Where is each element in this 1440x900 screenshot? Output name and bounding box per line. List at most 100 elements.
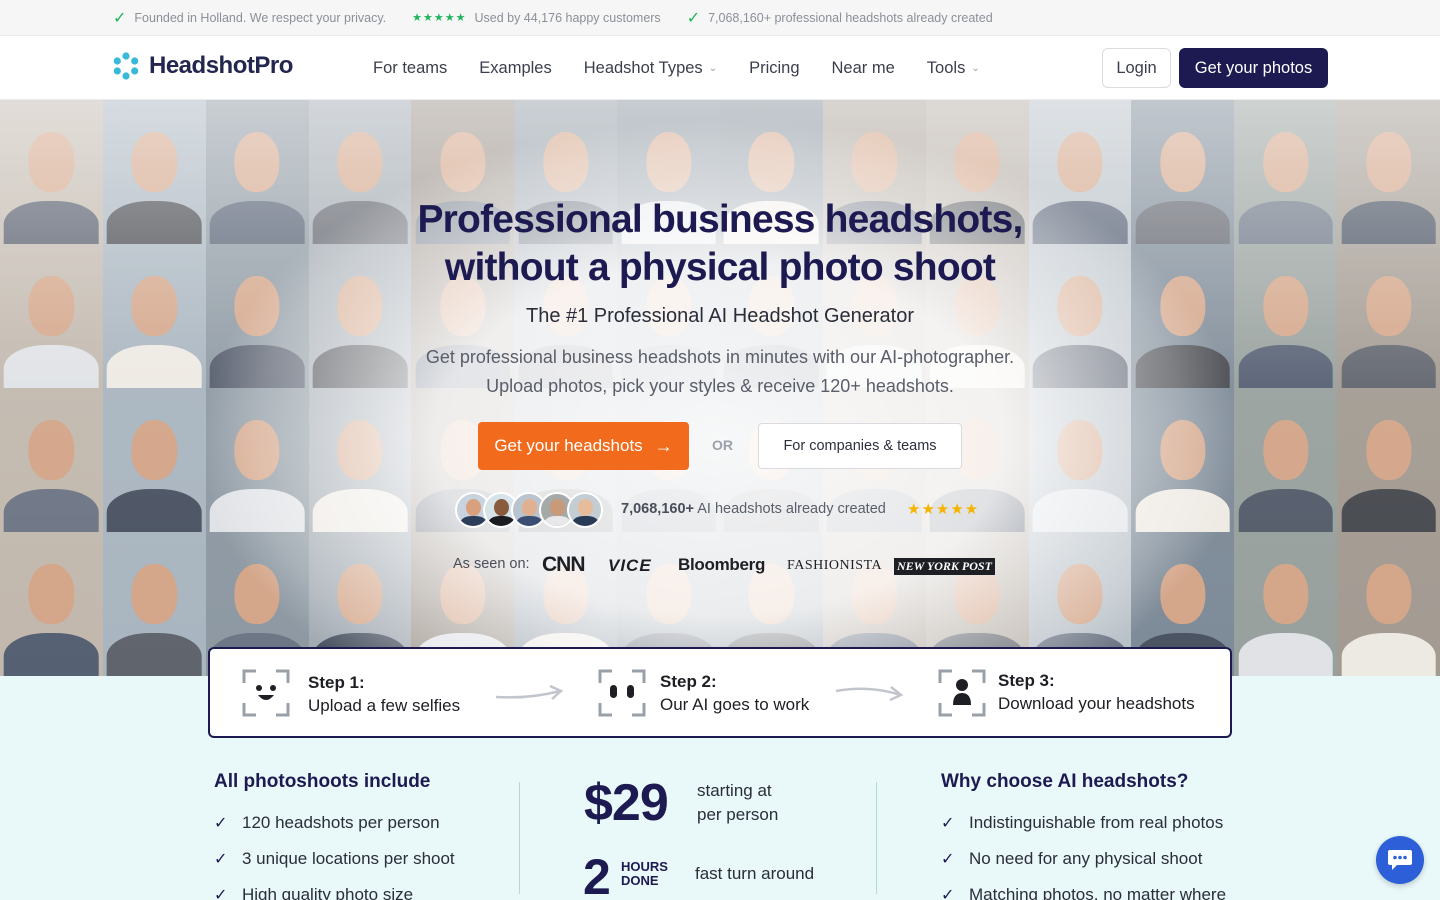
selfie-face-icon: [242, 669, 290, 717]
check-icon: ✓: [941, 815, 955, 832]
hero-section: Professional business headshots, without…: [0, 100, 1440, 676]
ai-eyes-icon: [598, 669, 646, 717]
arrow-right-icon: [495, 684, 564, 700]
chevron-down-icon: ⌄: [708, 62, 718, 74]
social-proof-text: 7,068,160+ AI headshots already created: [621, 501, 886, 517]
new-york-post-logo: NEW YORK POST: [894, 558, 995, 575]
for-companies-teams-button[interactable]: For companies & teams: [758, 423, 962, 469]
list-item-label: High quality photo size: [242, 885, 414, 900]
chat-bubble-icon: [1388, 850, 1412, 870]
nav-item-pricing[interactable]: Pricing: [749, 59, 799, 78]
trust-bar: ✓ Founded in Holland. We respect your pr…: [0, 0, 1440, 36]
logo-text: HeadshotPro: [149, 52, 293, 79]
list-item-label: Indistinguishable from real photos: [969, 813, 1224, 832]
site-header: HeadshotPro For teams Examples Headshot …: [0, 36, 1440, 100]
list-item: ✓ High quality photo size: [214, 885, 413, 900]
list-item-label: Matching photos, no matter where: [969, 885, 1227, 900]
nav-item-for-teams[interactable]: For teams: [373, 59, 447, 78]
hero-lead-line: Upload photos, pick your styles & receiv…: [486, 376, 954, 396]
as-seen-on-label: As seen on:: [453, 556, 530, 572]
hero-subtitle: The #1 Professional AI Headshot Generato…: [525, 305, 914, 327]
trust-item-label: 7,068,160+ professional headshots alread…: [708, 10, 993, 25]
or-divider: OR: [712, 437, 733, 453]
nav-item-tools[interactable]: Tools ⌄: [927, 59, 980, 78]
vice-logo: VICE: [608, 556, 652, 575]
check-icon: ✓: [113, 9, 127, 27]
trust-item-headshots: ✓ 7,068,160+ professional headshots alre…: [687, 8, 993, 28]
why-heading: Why choose AI headshots?: [941, 771, 1189, 792]
chevron-down-icon: ⌄: [971, 62, 980, 74]
hero-lead-line: Get professional business headshots in m…: [425, 347, 1015, 367]
hours-label-line: HOURS: [621, 859, 668, 874]
fashionista-logo: FASHIONISTA: [787, 558, 883, 573]
hero-lead: Get professional business headshots in m…: [370, 343, 1070, 401]
rating-stars-icon: ★★★★★: [907, 501, 980, 518]
trust-item-label: Founded in Holland. We respect your priv…: [134, 10, 387, 25]
price-note: starting at per person: [697, 779, 817, 827]
bloomberg-logo: Bloomberg: [678, 555, 766, 574]
step-3-title: Step 3:: [998, 671, 1055, 690]
hours-number: 2: [583, 849, 611, 900]
check-icon: ✓: [941, 887, 955, 900]
stars-icon: ★★★★★: [412, 12, 467, 24]
check-icon: ✓: [214, 887, 228, 900]
hours-label-line: DONE: [621, 873, 659, 888]
hours-label: HOURS DONE: [621, 860, 681, 888]
list-item: ✓ 120 headshots per person: [214, 813, 440, 833]
get-your-photos-button[interactable]: Get your photos: [1179, 48, 1328, 88]
list-item-label: 120 headshots per person: [242, 813, 440, 832]
check-icon: ✓: [686, 9, 701, 27]
arrow-right-icon: →: [654, 435, 673, 456]
nav-item-headshot-types[interactable]: Headshot Types ⌄: [584, 59, 717, 78]
step-3-description: Download your headshots: [998, 694, 1195, 713]
nav-label: Pricing: [749, 58, 800, 77]
nav-item-near-me[interactable]: Near me: [832, 59, 895, 78]
hero-title: Professional business headshots, without…: [320, 196, 1120, 292]
check-icon: ✓: [214, 851, 228, 868]
step-1-title: Step 1:: [308, 673, 365, 692]
nav-label: For teams: [373, 58, 448, 77]
check-icon: ✓: [941, 851, 955, 868]
hero-title-line: Professional business headshots,: [417, 198, 1023, 241]
chat-widget-button[interactable]: [1376, 836, 1424, 884]
column-divider: [519, 782, 520, 894]
person-silhouette-icon: [938, 669, 986, 717]
list-item: ✓ No need for any physical shoot: [941, 849, 1202, 869]
hero-content: Professional business headshots, without…: [0, 100, 1440, 676]
main-nav: For teams Examples Headshot Types ⌄ Prici…: [373, 36, 1012, 100]
step-2-description: Our AI goes to work: [660, 695, 810, 714]
arrow-right-icon: [835, 686, 904, 702]
list-item: ✓ 3 unique locations per shoot: [214, 849, 455, 869]
column-divider: [876, 782, 877, 894]
price-note-line: starting at: [697, 781, 772, 800]
nav-label: Near me: [831, 58, 895, 77]
list-item-label: No need for any physical shoot: [969, 849, 1203, 868]
list-item: ✓ Matching photos, no matter where: [941, 885, 1226, 900]
nav-label: Headshot Types: [583, 58, 703, 77]
avatar: [567, 492, 603, 528]
nav-label: Examples: [479, 58, 552, 77]
price-note-line: per person: [697, 805, 779, 824]
social-proof-label: AI headshots already created: [693, 501, 886, 517]
trust-item-privacy: ✓ Founded in Holland. We respect your pr…: [113, 8, 386, 28]
list-item-label: 3 unique locations per shoot: [242, 849, 455, 868]
logo-mark-icon: [113, 52, 139, 80]
check-icon: ✓: [214, 815, 228, 832]
login-button[interactable]: Login: [1102, 48, 1171, 88]
nav-item-examples[interactable]: Examples: [479, 59, 551, 78]
step-1-description: Upload a few selfies: [308, 696, 461, 715]
list-item: ✓ Indistinguishable from real photos: [941, 813, 1223, 833]
hero-title-line: without a physical photo shoot: [444, 246, 996, 289]
cta-label: Get your headshots: [494, 436, 643, 455]
logo[interactable]: HeadshotPro: [112, 52, 293, 80]
step-2-title: Step 2:: [660, 672, 717, 691]
includes-heading: All photoshoots include: [214, 771, 431, 792]
nav-label: Tools: [926, 58, 966, 77]
turnaround-note: fast turn around: [695, 864, 815, 883]
get-your-headshots-button[interactable]: Get your headshots →: [478, 422, 689, 470]
price-amount: $29: [584, 774, 669, 832]
headshot-count: 7,068,160+: [621, 501, 694, 517]
cnn-logo: CNN: [542, 553, 585, 576]
steps-card: Step 1: Upload a few selfies Step 2: Our…: [208, 647, 1232, 738]
customer-avatars: [455, 492, 603, 528]
